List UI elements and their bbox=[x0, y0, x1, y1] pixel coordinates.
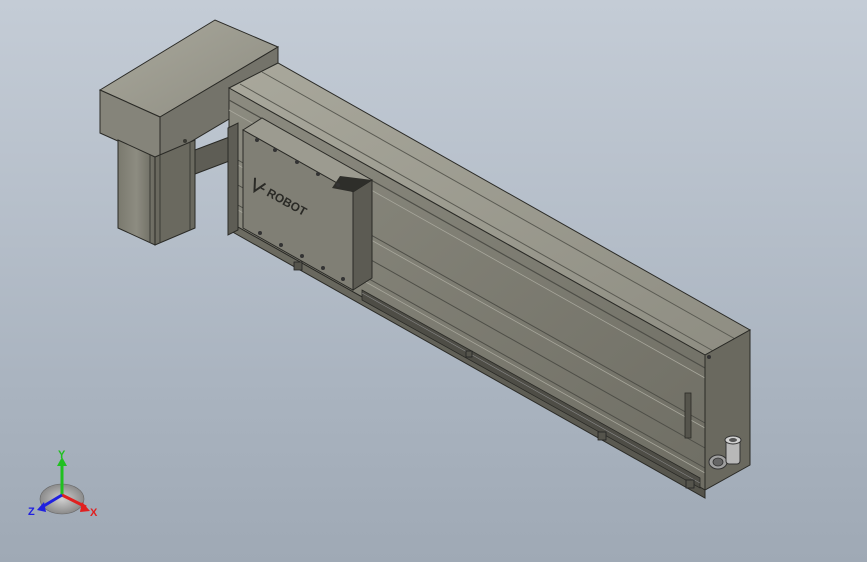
mount-clip bbox=[685, 479, 695, 489]
screw-icon bbox=[279, 243, 283, 247]
screw-icon bbox=[273, 148, 277, 152]
screw-icon bbox=[300, 254, 304, 258]
triad-x-label: X bbox=[90, 507, 98, 519]
carriage-side bbox=[352, 179, 373, 291]
mount-clip bbox=[597, 431, 607, 441]
screw-icon bbox=[258, 231, 262, 235]
actuator-rail[interactable] bbox=[227, 62, 752, 499]
screw-icon bbox=[316, 172, 320, 176]
mount-clip bbox=[465, 350, 473, 358]
screw-icon bbox=[321, 266, 325, 270]
carriage-back-plate bbox=[227, 122, 239, 236]
motor-body[interactable] bbox=[117, 135, 233, 246]
screw-icon bbox=[707, 355, 711, 359]
cad-viewport[interactable]: ROBOT Y X Z bbox=[0, 0, 867, 562]
mount-clip bbox=[293, 261, 303, 271]
screw-icon bbox=[336, 183, 340, 187]
motor-body-side bbox=[154, 139, 196, 246]
triad-z-label: Z bbox=[28, 506, 35, 518]
triad-y-label: Y bbox=[58, 449, 66, 461]
orientation-triad[interactable]: Y X Z bbox=[28, 449, 98, 519]
screw-icon bbox=[183, 139, 187, 143]
linear-actuator-model[interactable]: ROBOT Y X Z bbox=[0, 0, 867, 562]
screw-icon bbox=[295, 160, 299, 164]
motor-coupling bbox=[194, 135, 233, 175]
motor-body-front bbox=[117, 139, 156, 246]
screw-icon bbox=[255, 138, 259, 142]
screw-icon bbox=[341, 277, 345, 281]
